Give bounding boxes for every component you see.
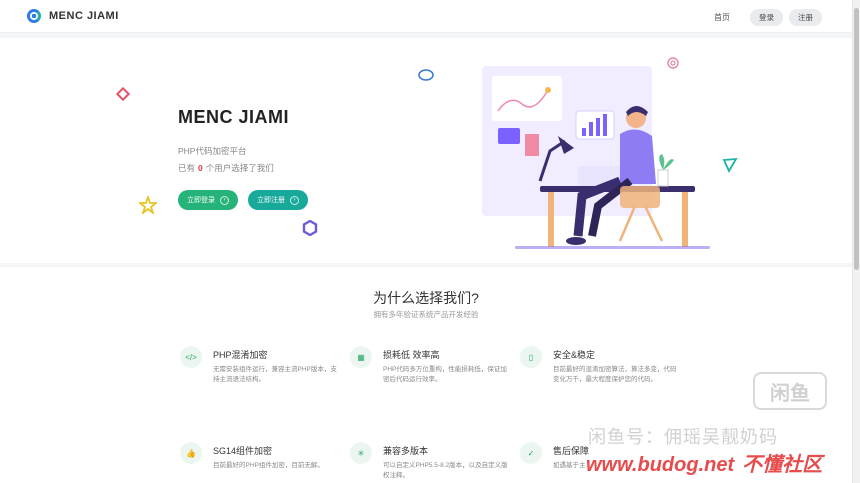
feature-desc: PHP代码多方位重构，性能损耗低，保证加密后代码运行效率。 [383,366,507,383]
hero-subtitle: PHP代码加密平台 [178,146,247,156]
star-shape-icon [139,196,157,214]
feature-title: 安全&稳定 [553,350,596,360]
login-button-label: 立即登录 [187,197,215,204]
hero-register-button[interactable]: 立即注册 › [248,190,308,210]
triangle-shape-icon [722,157,738,173]
nav-menu: 首页 登录 注册 [714,9,822,26]
hero-section: MENC JIAMI PHP代码加密平台 已有 0 个用户选择了我们 立即登录 › … [0,38,852,263]
user-count-text: 已有 0 个用户选择了我们 [178,162,274,174]
logo-icon [27,9,41,23]
scrollbar-thumb[interactable] [854,8,859,270]
watermark-url-line: www.budog.net 不懂社区 [586,448,822,477]
section-subtitle: 拥有多年验证系统产品开发经验 [373,310,479,319]
nav-login-button[interactable]: 登录 [750,9,783,26]
feature-title: 售后保障 [553,446,590,456]
register-button-label: 立即注册 [257,197,285,204]
brand-logo[interactable]: MENC JIAMI [27,9,119,23]
section-title: 为什么选择我们? [373,290,479,306]
user-count-value: 0 [198,163,203,173]
phone-icon: ▯ [520,346,542,368]
count-prefix: 已有 [178,163,196,173]
hero-illustration [482,66,710,249]
feature-desc: 目前最好的PHP组件加密，目前无解。 [213,462,324,469]
feature-title: PHP混淆加密 [213,350,268,360]
feature-desc: 目前最好的混淆加密算法，算法多变，代码变化万千，最大程度保护您的代码。 [553,366,677,383]
hero-login-button[interactable]: 立即登录 › [178,190,238,210]
cpu-icon: ▦ [350,346,372,368]
asterisk-icon: ✳ [350,442,372,464]
diamond-shape-icon [116,87,130,101]
watermark-url: www.budog.net [586,454,735,476]
feature-title: SG14组件加密 [213,446,273,456]
ellipse-shape-icon [418,69,434,81]
feature-desc: 可以自定义PHP5.5-8.2版本，以及自定义版权注释。 [383,462,508,479]
thumbs-up-icon: 👍 [180,442,202,464]
watermark-text: 闲鱼号：佣瑶吴靓奶码 [588,427,778,447]
nav-register-button[interactable]: 注册 [789,9,822,26]
watermark-site: 不懂社区 [742,454,823,476]
arrow-right-icon: › [220,195,229,205]
count-suffix: 个用户选择了我们 [205,163,274,173]
hero-title: MENC JIAMI [178,107,290,127]
feature-desc: 无需安装组件运行，兼容主流PHP版本，支持主流语法结构。 [213,366,337,383]
feature-title: 损耗低 效率高 [383,350,440,360]
nav-home-link[interactable]: 首页 [714,12,730,23]
code-icon: </> [180,346,202,368]
feature-title: 兼容多版本 [383,446,429,456]
brand-name: MENC JIAMI [49,10,119,22]
arrow-right-icon: › [290,195,299,205]
page-scrollbar[interactable] [852,0,860,483]
top-navbar: MENC JIAMI 首页 登录 注册 [0,0,852,33]
hexagon-shape-icon [302,220,318,236]
watermark-badge: 闲鱼 [753,372,827,410]
shield-check-icon: ✓ [520,442,542,464]
